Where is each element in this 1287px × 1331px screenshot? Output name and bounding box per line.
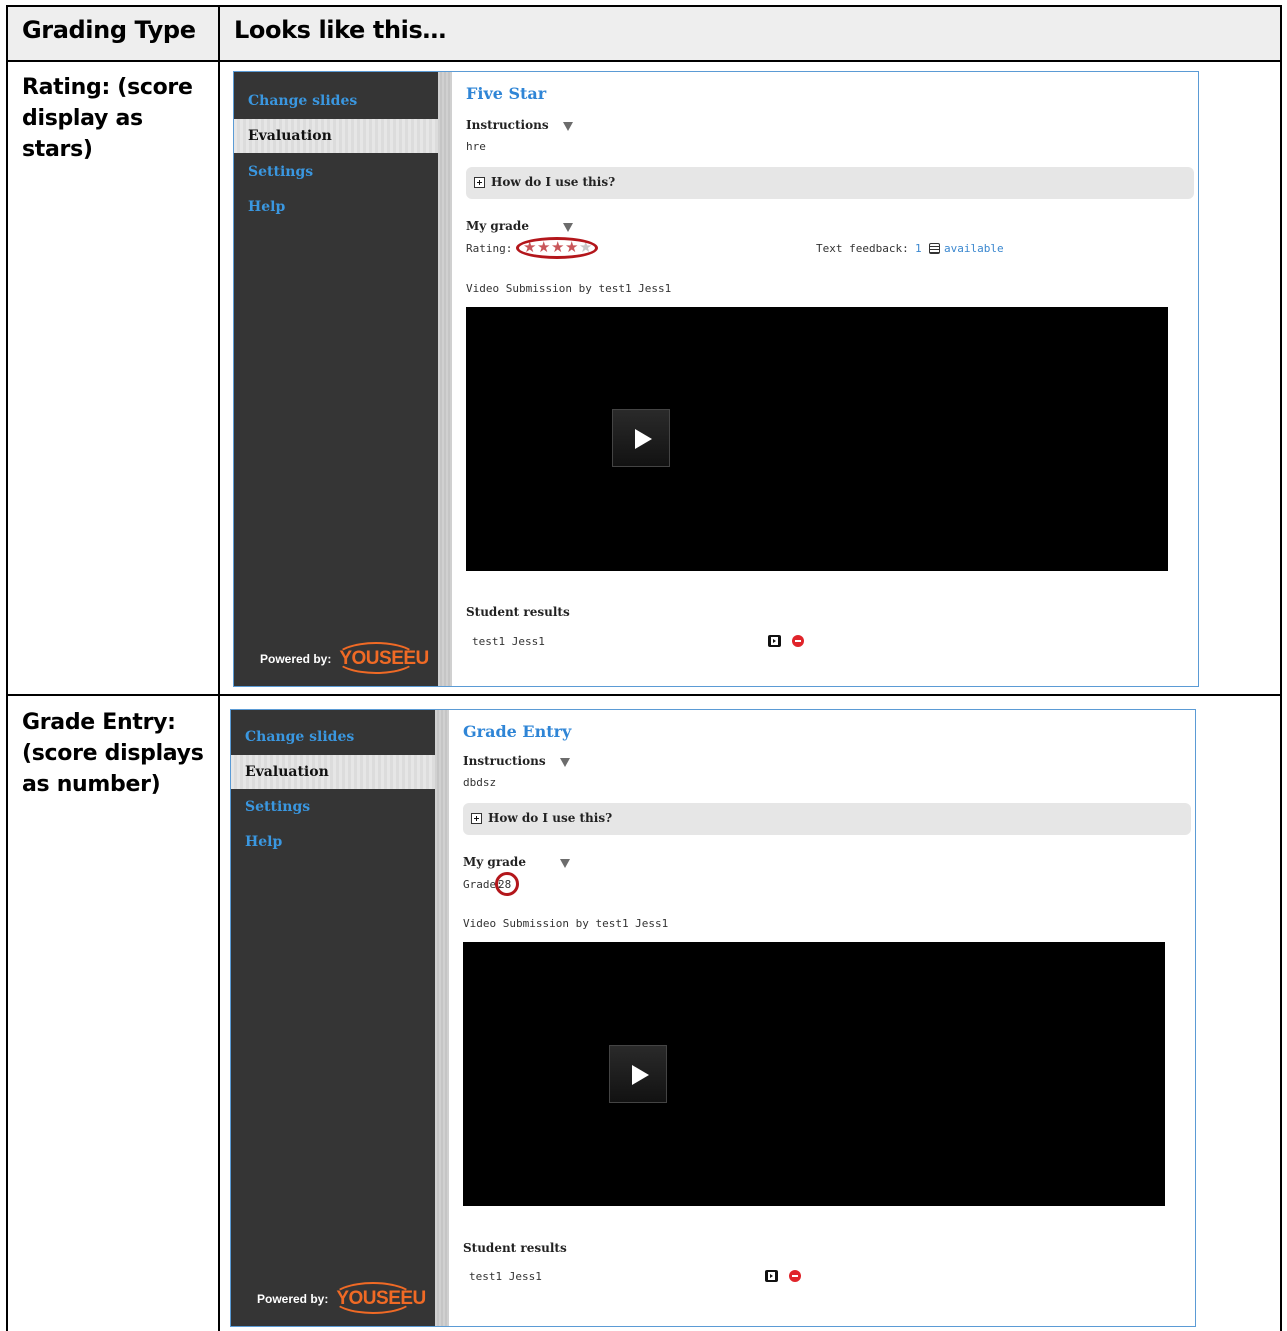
sidebar-item-evaluation[interactable]: Evaluation <box>234 119 438 153</box>
video-player[interactable] <box>466 307 1168 571</box>
star-rating: ★ ★ ★ ★ ★ <box>516 237 598 259</box>
table-border-left <box>6 5 8 1331</box>
app-screenshot-rating: Change slides Evaluation Settings Help P… <box>233 71 1199 687</box>
youseeu-logo: YOUSEEU <box>332 1282 426 1314</box>
header-looks-like: Looks like this… <box>234 16 446 44</box>
my-grade-label: My grade <box>463 855 526 869</box>
video-result-icon[interactable] <box>768 635 781 647</box>
howto-label[interactable]: How do I use this? <box>488 811 612 825</box>
table-border-right <box>1280 5 1282 1331</box>
result-student-name: test1 Jess1 <box>469 1270 542 1283</box>
dropdown-triangle-icon[interactable] <box>563 122 573 131</box>
row-label-grade-entry: Grade Entry: (score displays as number) <box>22 710 204 797</box>
sidebar: Change slides Evaluation Settings Help P… <box>234 72 438 686</box>
grade-value: 28 <box>498 878 512 891</box>
table-rule-header <box>6 60 1282 62</box>
main-panel: Grade Entry Instructions dbdsz How do I … <box>449 710 1195 1326</box>
feedback-count[interactable]: 1 <box>915 242 922 255</box>
dropdown-triangle-icon[interactable] <box>563 223 573 232</box>
sidebar-item-evaluation[interactable]: Evaluation <box>231 755 435 789</box>
text-feedback-label: Text feedback: <box>816 242 909 255</box>
dropdown-triangle-icon[interactable] <box>560 758 570 767</box>
video-caption: Video Submission by test1 Jess1 <box>463 917 669 930</box>
instructions-toggle[interactable]: Instructions <box>463 754 546 768</box>
powered-by-label: Powered by: <box>257 1292 329 1306</box>
my-grade-label: My grade <box>466 219 529 233</box>
feedback-list-icon[interactable] <box>929 243 940 254</box>
rating-highlight-ellipse <box>516 237 598 259</box>
sidebar-item-change-slides[interactable]: Change slides <box>231 720 435 754</box>
sidebar: Change slides Evaluation Settings Help P… <box>231 710 435 1326</box>
powered-by: Powered by: YOUSEEU <box>260 642 429 674</box>
page-title: Five Star <box>466 84 547 103</box>
rating-label: Rating: <box>466 242 513 255</box>
powered-by-label: Powered by: <box>260 652 332 666</box>
play-icon[interactable] <box>612 409 670 467</box>
header-grading-type: Grading Type <box>22 16 196 44</box>
delete-icon[interactable] <box>792 635 804 647</box>
plus-box-icon[interactable] <box>474 177 485 188</box>
howto-panel[interactable]: How do I use this? <box>463 803 1191 835</box>
row-label-rating: Rating: (score display as stars) <box>22 75 193 162</box>
instructions-toggle[interactable]: Instructions <box>466 118 549 132</box>
video-result-icon[interactable] <box>765 1270 778 1282</box>
student-results-label: Student results <box>463 1241 567 1255</box>
table-header-row <box>8 7 1280 62</box>
feedback-available-link[interactable]: available <box>944 242 1004 255</box>
video-caption: Video Submission by test1 Jess1 <box>466 282 672 295</box>
table-rule-row <box>6 694 1282 696</box>
youseeu-logo: YOUSEEU <box>335 642 429 674</box>
app-screenshot-grade-entry: Change slides Evaluation Settings Help P… <box>230 709 1196 1327</box>
sidebar-gutter <box>435 710 449 1326</box>
sidebar-item-help[interactable]: Help <box>234 190 438 224</box>
sidebar-item-settings[interactable]: Settings <box>234 155 438 189</box>
powered-by: Powered by: YOUSEEU <box>257 1282 426 1314</box>
page-title: Grade Entry <box>463 722 572 741</box>
result-student-name: test1 Jess1 <box>472 635 545 648</box>
plus-box-icon[interactable] <box>471 813 482 824</box>
howto-panel[interactable]: How do I use this? <box>466 167 1194 199</box>
main-panel: Five Star Instructions hre How do I use … <box>452 72 1198 686</box>
table-border-top <box>6 5 1282 7</box>
student-results-label: Student results <box>466 605 570 619</box>
sidebar-item-change-slides[interactable]: Change slides <box>234 84 438 118</box>
sidebar-item-settings[interactable]: Settings <box>231 790 435 824</box>
video-player[interactable] <box>463 942 1165 1206</box>
howto-label[interactable]: How do I use this? <box>491 175 615 189</box>
sidebar-gutter <box>438 72 452 686</box>
dropdown-triangle-icon[interactable] <box>560 859 570 868</box>
instructions-text: dbdsz <box>463 776 497 789</box>
sidebar-item-help[interactable]: Help <box>231 825 435 859</box>
delete-icon[interactable] <box>789 1270 801 1282</box>
table-column-divider <box>218 5 220 1331</box>
instructions-text: hre <box>466 140 486 153</box>
play-icon[interactable] <box>609 1045 667 1103</box>
